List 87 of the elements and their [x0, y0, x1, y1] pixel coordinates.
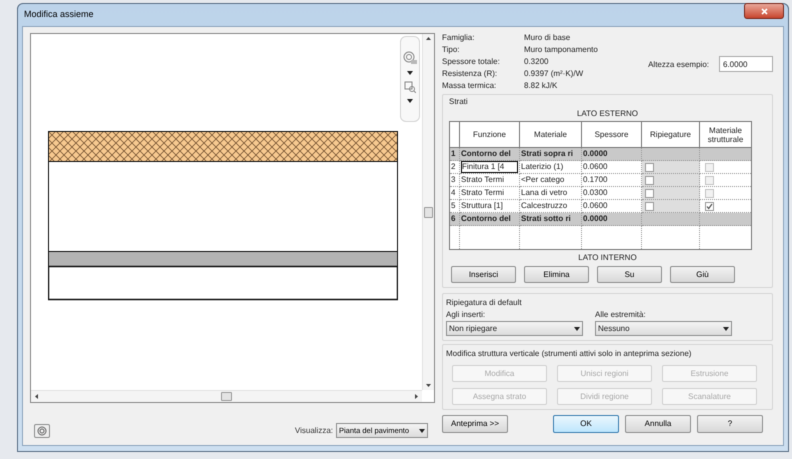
dropdown-caret-icon — [723, 326, 729, 330]
group-title: Ripiegatura di default — [446, 297, 523, 309]
dropdown-caret-icon — [574, 326, 580, 330]
checkbox[interactable] — [645, 202, 654, 210]
property-label: Resistenza (R): — [442, 68, 498, 80]
property-value: Muro tamponamento — [524, 44, 598, 56]
property-label: Spessore totale: — [442, 56, 501, 68]
row-number: 3 — [451, 175, 456, 184]
table-cell: 0.0000 — [583, 149, 608, 158]
checkbox[interactable] — [705, 188, 714, 198]
checkbox[interactable] — [705, 202, 714, 210]
function-cell[interactable]: Contorno del — [460, 212, 520, 226]
sample-height-field[interactable]: 6.0000 — [719, 56, 773, 72]
button[interactable]: ? — [697, 415, 763, 433]
row-number: 1 — [451, 149, 456, 158]
table-cell: Calcestruzzo — [521, 201, 568, 210]
function-cell[interactable]: Strato Termi — [460, 186, 520, 200]
table-cell: 0.0600 — [583, 201, 608, 210]
row-number: 5 — [451, 201, 456, 210]
checkmark-icon — [706, 202, 713, 210]
field-label: Agli inserti: — [446, 309, 486, 321]
scroll-right-icon[interactable] — [415, 394, 418, 399]
column-header: Materiale — [534, 130, 567, 139]
table-cell: 0.1700 — [583, 175, 608, 184]
dropdown-caret-icon — [419, 428, 425, 432]
checkbox[interactable] — [645, 162, 654, 172]
view-label: Visualizza: — [294, 424, 333, 436]
table-cell: Laterizio (1) — [521, 162, 564, 171]
button[interactable]: Elimina — [524, 266, 589, 283]
scroll-thumb[interactable] — [221, 392, 232, 401]
zoom-wheel-icon — [36, 426, 48, 436]
property-label: Tipo: — [442, 44, 460, 56]
checkbox[interactable] — [705, 162, 714, 172]
dropdown[interactable]: Non ripiegare — [446, 321, 583, 336]
side-label: LATO ESTERNO — [576, 109, 638, 118]
button[interactable]: Giù — [670, 266, 735, 283]
column-header: Materiale strutturale — [708, 126, 744, 144]
column-header: Spessore — [594, 130, 628, 139]
group-title: Strati — [449, 96, 469, 108]
button[interactable]: Su — [597, 266, 662, 283]
dropdown[interactable]: Nessuno — [595, 321, 732, 336]
zoom-window-icon[interactable] — [404, 81, 416, 93]
property-label: Famiglia: — [442, 32, 476, 44]
scroll-thumb[interactable] — [424, 206, 433, 218]
field-label: Alle estremità: — [595, 309, 647, 321]
table-cell: <Per catego — [521, 175, 564, 184]
sample-height-label: Altezza esempio: — [648, 59, 709, 71]
checkbox[interactable] — [645, 188, 654, 198]
window-title: Modifica assieme — [24, 8, 94, 22]
scroll-up-icon[interactable] — [426, 37, 431, 40]
property-value: 0.3200 — [524, 56, 548, 68]
column-header: Funzione — [473, 130, 506, 139]
function-cell[interactable]: Contorno del — [460, 148, 520, 160]
close-button[interactable] — [744, 3, 784, 19]
scroll-left-icon[interactable] — [35, 394, 38, 399]
row-number: 6 — [451, 214, 456, 223]
table-cell: Strati sopra ri — [521, 149, 574, 158]
button[interactable]: Inserisci — [451, 266, 516, 283]
property-value: 0.9397 (m²·K)/W — [524, 68, 584, 80]
view-2d-button[interactable] — [34, 424, 50, 438]
zoom-wheel-icon[interactable] — [403, 51, 417, 65]
vertical-scrollbar[interactable] — [422, 34, 434, 390]
table-cell: 0.0600 — [583, 162, 608, 171]
button[interactable]: Anteprima >> — [442, 415, 508, 433]
function-cell[interactable]: Strato Termi — [460, 174, 520, 186]
property-label: Massa termica: — [442, 80, 498, 92]
scroll-down-icon[interactable] — [426, 384, 431, 387]
button[interactable]: OK — [553, 415, 619, 433]
dropdown-caret-icon — [407, 71, 413, 75]
group-title: Modifica struttura verticale (strumenti attivi solo in anteprima sezione) — [446, 348, 692, 360]
horizontal-scrollbar[interactable] — [31, 390, 422, 402]
table-cell: Strati sotto ri — [521, 214, 571, 223]
checkbox[interactable] — [645, 176, 654, 184]
property-value: 8.82 kJ/K — [524, 80, 558, 92]
close-icon — [760, 8, 768, 14]
row-number: 4 — [451, 188, 456, 197]
dropdown-caret-icon — [407, 99, 413, 103]
row-number: 2 — [451, 162, 456, 171]
column-header: Ripiegature — [650, 130, 691, 139]
side-label: LATO INTERNO — [578, 253, 637, 262]
button[interactable]: Annulla — [625, 415, 691, 433]
table-cell: Lana di vetro — [521, 188, 568, 197]
table-cell: 0.0300 — [583, 188, 608, 197]
checkbox[interactable] — [705, 176, 714, 184]
property-value: Muro di base — [524, 32, 570, 44]
table-cell: 0.0000 — [583, 214, 608, 223]
function-cell[interactable]: Finitura 1 [4 — [460, 160, 520, 174]
